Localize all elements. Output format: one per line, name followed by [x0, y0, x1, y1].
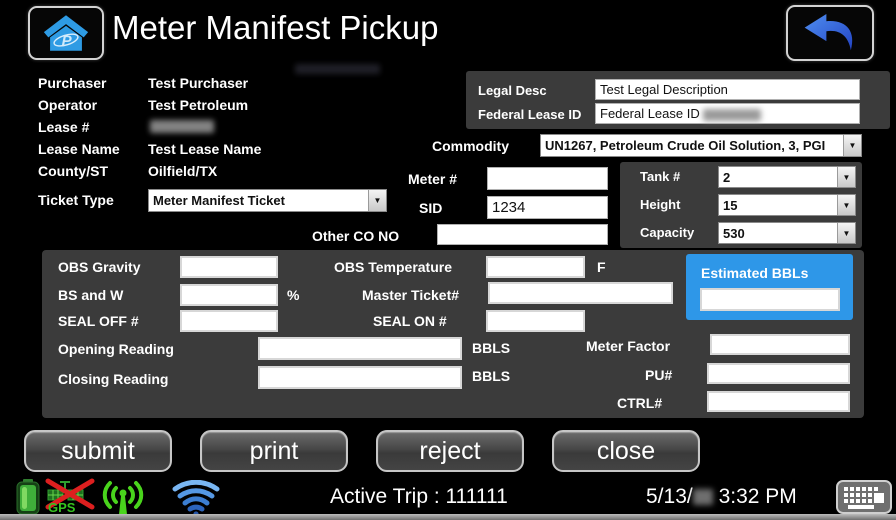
obs-gravity-label: OBS Gravity [58, 259, 140, 275]
bottom-edge-bar [0, 514, 896, 520]
county-st-label: County/ST [38, 163, 108, 179]
opening-reading-input[interactable] [258, 337, 462, 360]
home-button[interactable]: P [28, 6, 104, 60]
operator-label: Operator [38, 97, 97, 113]
back-arrow-icon [801, 12, 859, 54]
ticket-type-select[interactable]: Meter Manifest Ticket ▼ [148, 189, 387, 212]
commodity-selected: UN1267, Petroleum Crude Oil Solution, 3,… [541, 137, 843, 154]
redacted-smudge [295, 64, 380, 74]
seal-on-input[interactable] [486, 310, 585, 332]
federal-lease-id-input[interactable]: Federal Lease ID [595, 103, 860, 124]
capacity-label: Capacity [640, 225, 694, 240]
wifi-icon [170, 480, 222, 516]
commodity-select[interactable]: UN1267, Petroleum Crude Oil Solution, 3,… [540, 134, 862, 157]
ticket-type-selected: Meter Manifest Ticket [149, 192, 368, 209]
capacity-select[interactable]: 530 ▼ [718, 222, 856, 244]
obs-temperature-input[interactable] [486, 256, 585, 278]
obs-temperature-label: OBS Temperature [334, 259, 452, 275]
height-selected: 15 [719, 197, 837, 214]
lease-name-label: Lease Name [38, 141, 120, 157]
chevron-down-icon: ▼ [843, 135, 861, 156]
home-icon: P [43, 14, 89, 52]
lease-name-value: Test Lease Name [148, 141, 261, 157]
bs-and-w-input[interactable] [180, 284, 278, 306]
tank-number-label: Tank # [640, 169, 680, 184]
datetime: 5/13/ 3:32 PM [646, 485, 797, 509]
close-button[interactable]: close [552, 430, 700, 472]
federal-lease-id-text: Federal Lease ID [600, 106, 703, 121]
reject-button[interactable]: reject [376, 430, 524, 472]
meter-factor-input[interactable] [710, 334, 850, 355]
sid-label: SID [419, 200, 442, 216]
capacity-selected: 530 [719, 225, 837, 242]
back-button[interactable] [786, 5, 874, 61]
opening-reading-label: Opening Reading [58, 341, 174, 357]
pu-number-input[interactable] [707, 363, 850, 384]
chevron-down-icon: ▼ [837, 223, 855, 243]
submit-button[interactable]: submit [24, 430, 172, 472]
page-title: Meter Manifest Pickup [112, 9, 438, 47]
closing-reading-label: Closing Reading [58, 371, 168, 387]
closing-reading-input[interactable] [258, 366, 462, 389]
purchaser-label: Purchaser [38, 75, 106, 91]
estimated-bbls-input[interactable] [700, 288, 840, 311]
master-ticket-input[interactable] [488, 282, 673, 304]
commodity-label: Commodity [432, 138, 509, 154]
federal-lease-id-redacted [703, 109, 761, 121]
seal-off-label: SEAL OFF # [58, 313, 139, 329]
ticket-type-label: Ticket Type [38, 192, 114, 208]
purchaser-value: Test Purchaser [148, 75, 248, 91]
lease-number-value-redacted [150, 120, 214, 133]
estimated-bbls-label: Estimated BBLs [701, 265, 808, 281]
tank-number-selected: 2 [719, 169, 837, 186]
seal-on-label: SEAL ON # [373, 313, 447, 329]
opening-reading-unit: BBLS [472, 340, 510, 356]
closing-reading-unit: BBLS [472, 368, 510, 384]
meter-manifest-pickup-screen: P Meter Manifest Pickup Purchaser Test P… [0, 0, 896, 520]
meter-number-input[interactable] [487, 167, 608, 190]
seal-off-input[interactable] [180, 310, 278, 332]
master-ticket-label: Master Ticket# [362, 287, 459, 303]
pu-number-label: PU# [645, 367, 672, 383]
chevron-down-icon: ▼ [837, 167, 855, 187]
date-text: 5/13/ [646, 485, 693, 508]
active-trip-status: Active Trip : 111111 [330, 485, 508, 509]
date-year-redacted [693, 489, 713, 505]
gps-text: GPS [48, 500, 75, 515]
operator-value: Test Petroleum [148, 97, 248, 113]
bs-and-w-label: BS and W [58, 287, 123, 303]
keyboard-icon[interactable] [836, 480, 892, 514]
obs-gravity-input[interactable] [180, 256, 278, 278]
height-select[interactable]: 15 ▼ [718, 194, 856, 216]
lease-number-label: Lease # [38, 119, 89, 135]
other-co-no-label: Other CO NO [312, 228, 399, 244]
chevron-down-icon: ▼ [368, 190, 386, 211]
svg-text:P: P [62, 32, 73, 49]
legal-desc-label: Legal Desc [478, 83, 547, 98]
meter-factor-label: Meter Factor [586, 338, 670, 354]
chevron-down-icon: ▼ [837, 195, 855, 215]
federal-lease-id-label: Federal Lease ID [478, 107, 581, 122]
battery-icon [16, 479, 40, 515]
print-button[interactable]: print [200, 430, 348, 472]
height-label: Height [640, 197, 680, 212]
meter-number-label: Meter # [408, 171, 457, 187]
antenna-icon [100, 477, 146, 519]
bs-and-w-unit: % [287, 287, 299, 303]
legal-desc-input[interactable] [595, 79, 860, 100]
tank-number-select[interactable]: 2 ▼ [718, 166, 856, 188]
sid-input[interactable] [487, 196, 608, 219]
county-st-value: Oilfield/TX [148, 163, 217, 179]
ctrl-number-input[interactable] [707, 391, 850, 412]
time-text: 3:32 PM [719, 485, 797, 508]
obs-temperature-unit: F [597, 259, 606, 275]
ctrl-number-label: CTRL# [617, 395, 662, 411]
other-co-no-input[interactable] [437, 224, 608, 245]
